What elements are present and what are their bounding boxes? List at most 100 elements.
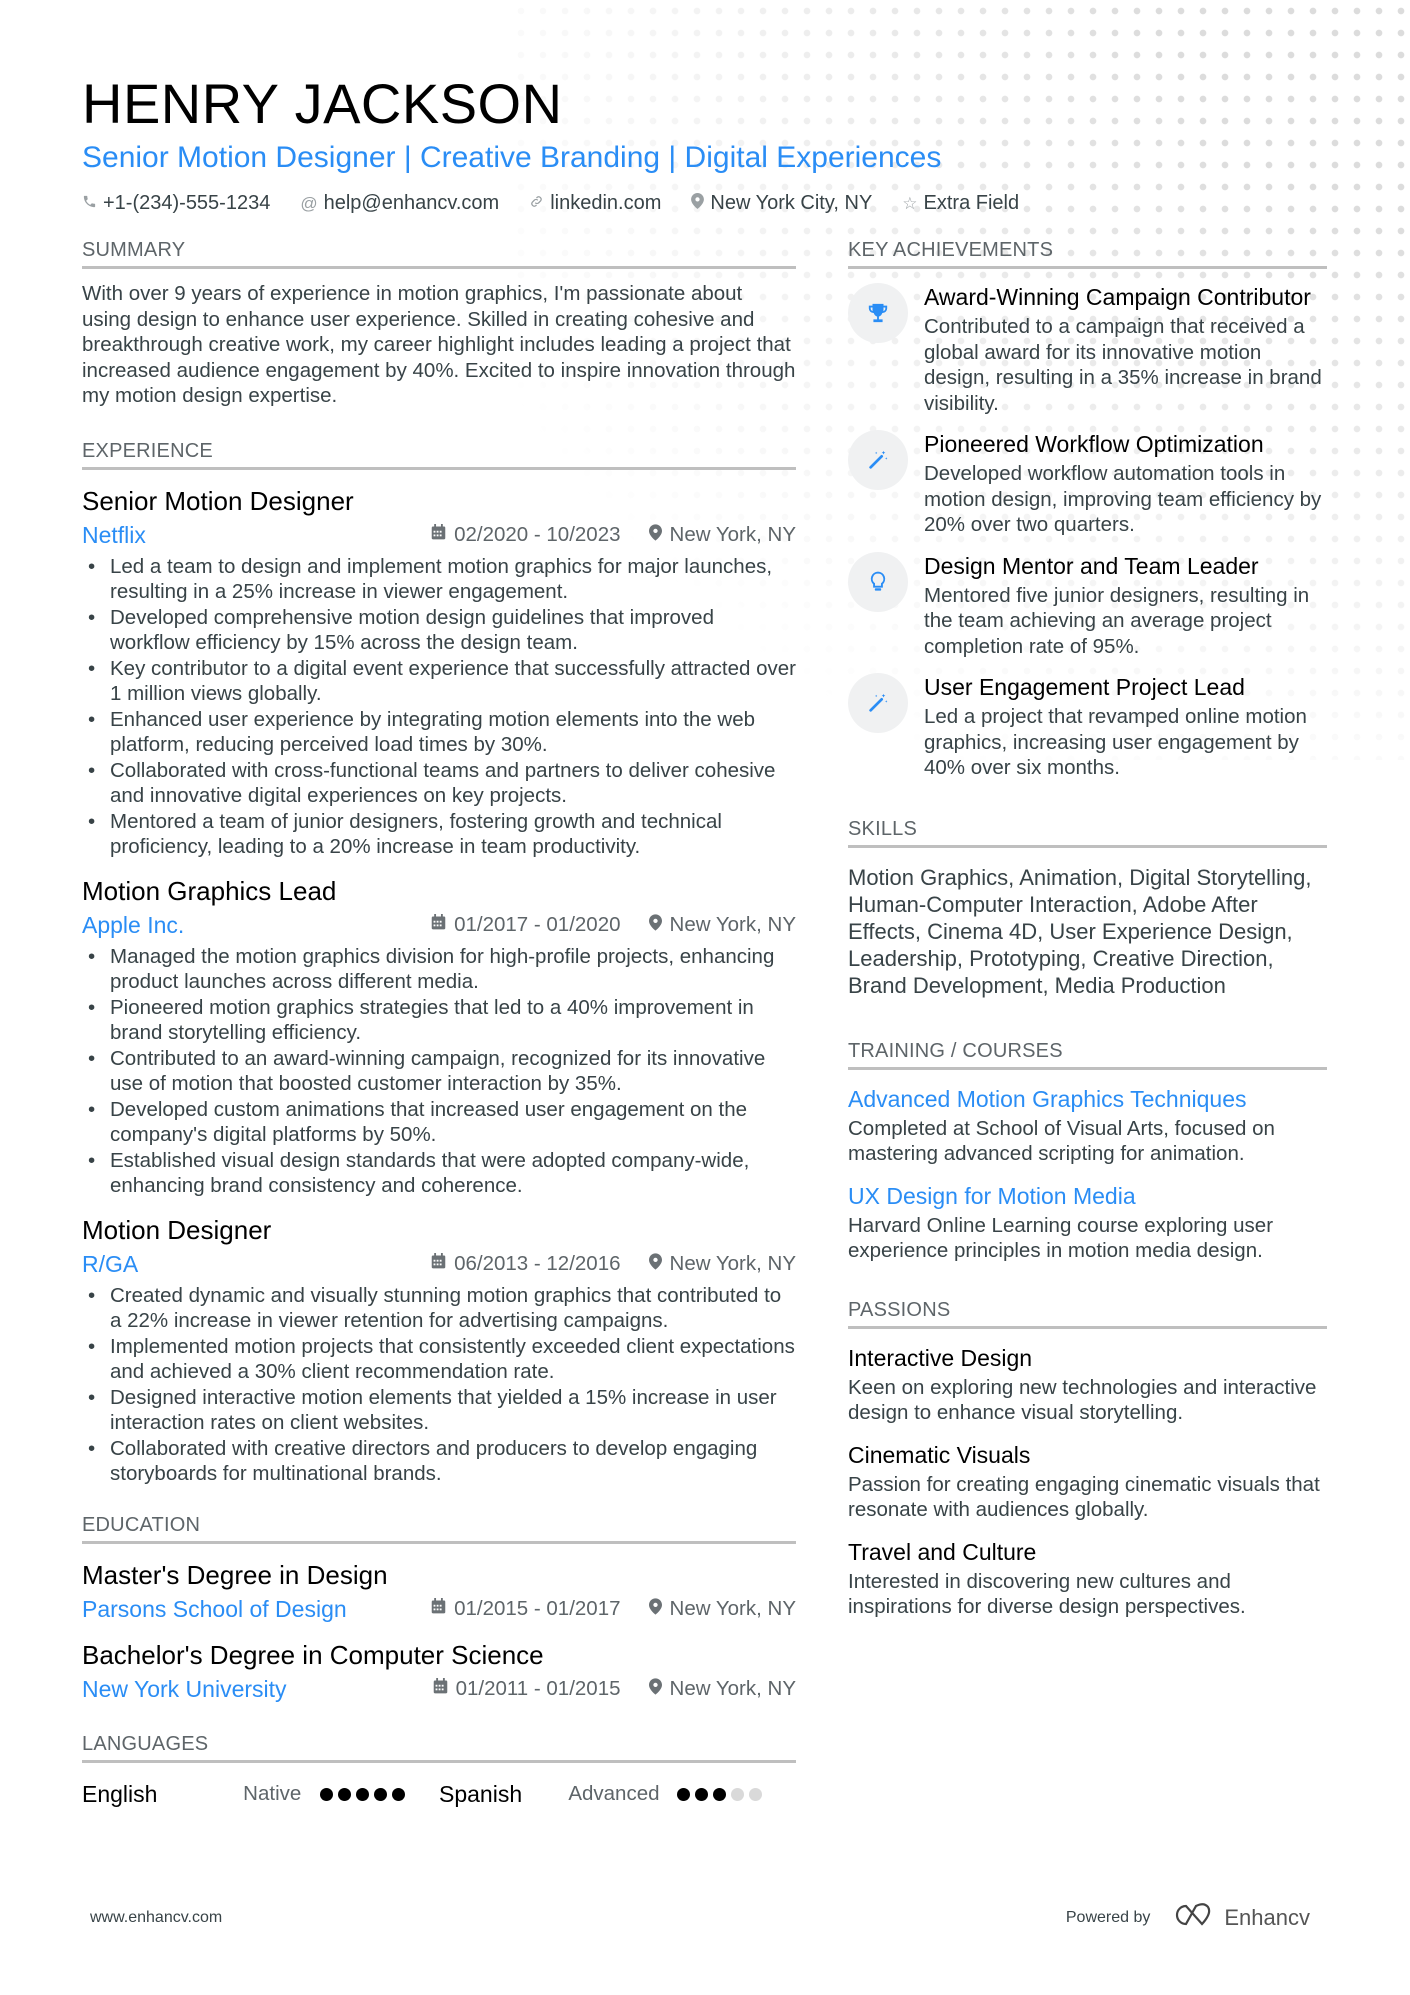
location-text: New York, NY	[669, 912, 796, 936]
location: New York, NY	[648, 1676, 796, 1701]
achievement-description: Developed workflow automation tools in m…	[924, 462, 1322, 536]
enhancv-logo-icon	[1174, 1903, 1214, 1933]
achievement-title: Award-Winning Campaign Contributor	[924, 284, 1311, 310]
page-footer: www.enhancv.com Powered by Enhancv	[90, 1903, 1310, 1933]
contact-phone[interactable]: +1-(234)-555-1234	[82, 192, 270, 215]
achievement-list: Award-Winning Campaign Contributor Contri…	[848, 283, 1327, 781]
contact-email[interactable]: @ help@enhancv.com	[300, 192, 499, 215]
link-icon	[529, 194, 544, 214]
summary-section: SUMMARY With over 9 years of experience …	[82, 238, 796, 409]
location: New York, NY	[648, 523, 796, 547]
language-list: English Native Spanish Advanced	[82, 1781, 796, 1808]
date-text: 01/2015 - 01/2017	[454, 1596, 621, 1620]
company-name[interactable]: Apple Inc.	[82, 910, 184, 940]
contact-email-text: help@enhancv.com	[323, 192, 500, 214]
course-item: UX Design for Motion Media Harvard Online…	[848, 1181, 1327, 1264]
achievement-description: Led a project that revamped online motio…	[924, 705, 1307, 779]
date-location: 06/2013 - 12/2016 New York, NY	[431, 1252, 796, 1276]
date-text: 01/2011 - 01/2015	[455, 1676, 621, 1700]
passion-list: Interactive Design Keen on exploring new …	[848, 1343, 1327, 1620]
achievement-item: Award-Winning Campaign Contributor Contri…	[848, 283, 1327, 416]
bullet-item: Established visual design standards that…	[82, 1148, 796, 1199]
contact-location: New York City, NY	[691, 192, 872, 215]
course-title[interactable]: Advanced Motion Graphics Techniques	[848, 1084, 1327, 1114]
education-entry: Master's Degree in Design Parsons School …	[82, 1558, 796, 1624]
date-location: 02/2020 - 10/2023 New York, NY	[431, 523, 796, 547]
course-description: Harvard Online Learning course exploring…	[848, 1213, 1274, 1263]
bullet-item: Created dynamic and visually stunning mo…	[82, 1283, 796, 1334]
experience-section: EXPERIENCE Senior Motion Designer Netflix…	[82, 439, 796, 1487]
education-meta: New York University 01/2011 - 01/2015 New …	[82, 1674, 796, 1704]
experience-heading: EXPERIENCE	[82, 439, 796, 470]
bullet-item: Collaborated with creative directors and…	[82, 1436, 796, 1487]
date-range: 01/2011 - 01/2015	[433, 1677, 621, 1701]
languages-section: LANGUAGES English Native Spanish Advanced	[82, 1732, 796, 1808]
powered-by-label: Powered by	[1065, 1909, 1151, 1926]
job-entry: Motion Graphics Lead Apple Inc. 01/2017 - …	[82, 874, 796, 1199]
bullet-item: Developed custom animations that increas…	[82, 1097, 796, 1148]
location-text: New York, NY	[669, 1251, 796, 1275]
bullet-item: Enhanced user experience by integrating …	[82, 707, 796, 758]
passion-title: Interactive Design	[848, 1344, 1033, 1371]
job-title: Motion Designer	[82, 1214, 272, 1245]
language-name: English	[82, 1780, 158, 1807]
at-icon: @	[300, 193, 318, 213]
job-bullets: Led a team to design and implement motio…	[82, 554, 796, 860]
achievement-body: Design Mentor and Team Leader Mentored fi…	[924, 552, 1327, 660]
enhancv-logo[interactable]: Enhancv	[1174, 1903, 1310, 1933]
location: New York, NY	[648, 1596, 796, 1621]
bullet-item: Led a team to design and implement motio…	[82, 554, 796, 605]
education-list: Master's Degree in Design Parsons School …	[82, 1558, 796, 1704]
skills-text: Motion Graphics, Animation, Digital Stor…	[848, 864, 1312, 998]
contact-extra-text: Extra Field	[923, 192, 1020, 214]
rating-dot	[356, 1787, 369, 1801]
bullet-item: Key contributor to a digital event exper…	[82, 656, 796, 707]
achievement-title: User Engagement Project Lead	[924, 674, 1245, 700]
phone-icon	[82, 194, 97, 214]
location-text: New York, NY	[669, 1676, 796, 1700]
location-pin-icon	[648, 1677, 662, 1700]
course-description: Completed at School of Visual Arts, focu…	[848, 1116, 1275, 1166]
training-heading: TRAINING / COURSES	[848, 1039, 1327, 1070]
job-title: Senior Motion Designer	[82, 485, 354, 516]
location-pin-icon	[648, 523, 662, 546]
bullet-item: Designed interactive motion elements tha…	[82, 1385, 796, 1436]
language-rating	[320, 1787, 405, 1801]
course-title[interactable]: UX Design for Motion Media	[848, 1181, 1327, 1211]
rating-dot	[731, 1787, 744, 1801]
achievement-body: Pioneered Workflow Optimization Developed…	[924, 430, 1327, 538]
footer-website-link[interactable]: www.enhancv.com	[90, 1909, 222, 1927]
school-name[interactable]: New York University	[82, 1674, 287, 1704]
date-range: 01/2017 - 01/2020	[431, 913, 621, 937]
school-name[interactable]: Parsons School of Design	[82, 1594, 347, 1624]
achievements-section: KEY ACHIEVEMENTS Award-Winning Campaign …	[848, 238, 1327, 781]
contact-list: +1-(234)-555-1234 @ help@enhancv.com lin…	[82, 192, 1327, 215]
job-meta: Netflix 02/2020 - 10/2023 New York, NY	[82, 520, 796, 550]
bullet-item: Mentored a team of junior designers, fos…	[82, 809, 796, 860]
education-entry: Bachelor's Degree in Computer Science New…	[82, 1638, 796, 1704]
achievement-item: Pioneered Workflow Optimization Developed…	[848, 430, 1327, 538]
resume-header: HENRY JACKSON Senior Motion Designer | C…	[82, 70, 1327, 215]
company-name[interactable]: Netflix	[82, 520, 146, 550]
passion-title: Travel and Culture	[848, 1538, 1037, 1565]
calendar-icon	[431, 524, 446, 545]
language-name: Spanish	[439, 1780, 523, 1807]
contact-extra-field: ☆ Extra Field	[902, 192, 1019, 215]
location-pin-icon	[648, 1597, 662, 1620]
rating-dot	[392, 1787, 405, 1801]
language-level: Advanced	[568, 1782, 660, 1805]
date-location: 01/2017 - 01/2020 New York, NY	[431, 913, 796, 937]
contact-linkedin[interactable]: linkedin.com	[529, 192, 661, 215]
powered-by: Powered by Enhancv	[1066, 1903, 1310, 1933]
location-text: New York, NY	[669, 1596, 796, 1620]
company-name[interactable]: R/GA	[82, 1249, 138, 1279]
date-location: 01/2015 - 01/2017 New York, NY	[431, 1597, 796, 1621]
location: New York, NY	[648, 1251, 796, 1276]
star-icon: ☆	[902, 193, 918, 213]
enhancv-logo-text: Enhancv	[1224, 1905, 1310, 1930]
date-range: 01/2015 - 01/2017	[431, 1596, 621, 1621]
resume-page: HENRY JACKSON Senior Motion Designer | C…	[82, 70, 1327, 1807]
date-text: 02/2020 - 10/2023	[454, 522, 621, 546]
candidate-headline: Senior Motion Designer | Creative Brandi…	[82, 141, 942, 174]
calendar-icon	[431, 1598, 446, 1619]
